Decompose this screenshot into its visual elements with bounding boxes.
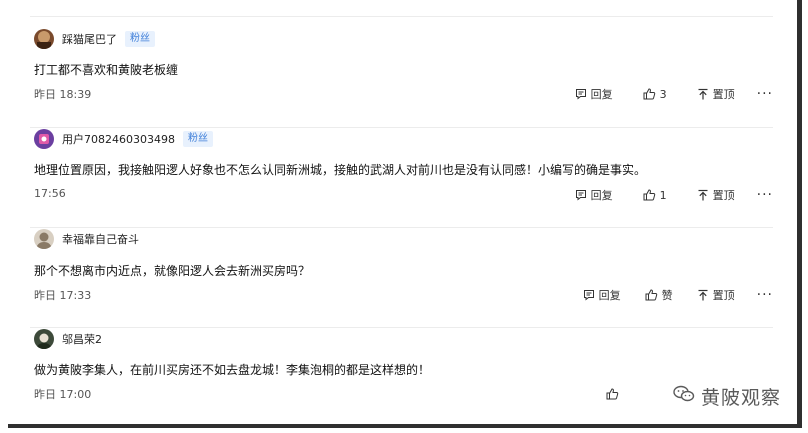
pin-top-icon [697,289,713,301]
fan-badge: 粉丝 [125,31,155,47]
username[interactable]: 幸福靠自己奋斗 [62,231,139,247]
watermark: 黄陂观察 [673,383,781,410]
top-divider [30,16,773,17]
comment-actions: 回复 1 置顶 ··· [575,186,773,204]
comment-time: 昨日 17:33 [34,289,92,302]
pin-label: 置顶 [712,88,735,101]
avatar[interactable] [34,229,54,249]
comment-header: 踩猫尾巴了 粉丝 [34,28,155,50]
username[interactable]: 邬昌荣2 [62,331,102,347]
like-button[interactable]: 1 [643,189,667,202]
thumbs-up-icon [643,189,660,201]
wechat-icon [673,385,701,408]
pin-button[interactable]: 置顶 [697,86,735,102]
reply-icon [575,88,591,100]
like-button[interactable] [606,388,623,400]
like-button[interactable]: 赞 [645,287,673,303]
avatar[interactable] [34,329,54,349]
reply-button[interactable]: 回复 [583,287,621,303]
like-count: 1 [659,188,667,202]
comment-actions: 回复 赞 置顶 ··· [583,286,773,304]
comment-actions [606,385,623,403]
watermark-text: 黄陂观察 [700,387,781,409]
reply-icon [575,189,591,201]
comment-text: 做为黄陂李集人，在前川买房还不如去盘龙城！李集泡桐的都是这样想的！ [34,363,431,377]
comment-list-panel: 踩猫尾巴了 粉丝 打工都不喜欢和黄陂老板缠 昨日 18:39 回复 3 置顶 ·… [8,0,802,428]
comment-actions: 回复 3 置顶 ··· [575,85,773,103]
reply-label: 回复 [590,189,613,202]
pin-label: 置顶 [712,289,735,302]
comment-header: 用户7082460303498 粉丝 [34,128,213,150]
comment-item: 幸福靠自己奋斗 那个不想离市内近点，就像阳逻人会去新洲买房吗？ 昨日 17:33… [30,228,773,328]
reply-button[interactable]: 回复 [575,86,613,102]
thumbs-up-icon [645,289,662,301]
more-options-icon[interactable]: ··· [757,288,773,302]
pin-button[interactable]: 置顶 [697,287,735,303]
comment-text: 地理位置原因，我接触阳逻人好象也不怎么认同新洲城，接触的武湖人对前川也是没有认同… [34,163,647,177]
more-options-icon[interactable]: ··· [757,188,773,202]
avatar[interactable] [34,29,54,49]
reply-button[interactable]: 回复 [575,187,613,203]
comment-time: 17:56 [34,187,66,200]
comment-time: 昨日 18:39 [34,88,92,101]
comment-header: 邬昌荣2 [34,328,102,350]
reply-icon [583,289,599,301]
comment-item: 邬昌荣2 做为黄陂李集人，在前川买房还不如去盘龙城！李集泡桐的都是这样想的！ 昨… [34,328,773,424]
pin-button[interactable]: 置顶 [697,187,735,203]
like-count: 3 [659,87,667,101]
more-options-icon[interactable]: ··· [757,87,773,101]
avatar[interactable] [34,129,54,149]
username[interactable]: 用户7082460303498 [62,131,175,147]
comment-item: 踩猫尾巴了 粉丝 打工都不喜欢和黄陂老板缠 昨日 18:39 回复 3 置顶 ·… [30,28,773,128]
comment-item: 用户7082460303498 粉丝 地理位置原因，我接触阳逻人好象也不怎么认同… [30,128,773,228]
reply-label: 回复 [590,88,613,101]
pin-top-icon [697,88,713,100]
fan-badge: 粉丝 [182,131,213,147]
comment-divider [30,427,773,428]
reply-label: 回复 [598,289,621,302]
thumbs-up-icon [606,388,623,400]
pin-top-icon [697,189,713,201]
comment-time: 昨日 17:00 [34,388,92,401]
comment-text: 那个不想离市内近点，就像阳逻人会去新洲买房吗？ [34,264,311,278]
comment-header: 幸福靠自己奋斗 [34,228,139,250]
like-button[interactable]: 3 [643,88,667,101]
username[interactable]: 踩猫尾巴了 [62,31,117,47]
thumbs-up-icon [643,88,660,100]
pin-label: 置顶 [712,189,735,202]
comment-text: 打工都不喜欢和黄陂老板缠 [34,63,179,77]
like-label: 赞 [661,289,673,302]
